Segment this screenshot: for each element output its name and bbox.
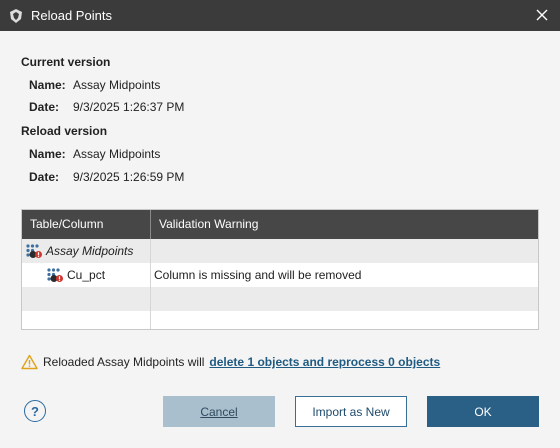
delete-reprocess-link[interactable]: delete 1 objects and reprocess 0 objects bbox=[209, 355, 440, 369]
current-name-label: Name: bbox=[29, 78, 66, 92]
ok-button[interactable]: OK bbox=[427, 396, 539, 427]
warning-icon bbox=[21, 354, 38, 370]
current-version-heading: Current version bbox=[21, 55, 111, 69]
row-name: Cu_pct bbox=[67, 268, 106, 282]
table-row-empty bbox=[22, 287, 538, 311]
current-name-value: Assay Midpoints bbox=[73, 78, 161, 92]
close-icon[interactable] bbox=[534, 7, 550, 23]
row-name: Assay Midpoints bbox=[46, 244, 134, 258]
cancel-button[interactable]: Cancel bbox=[163, 396, 275, 427]
table-row-empty bbox=[22, 311, 538, 329]
reload-date-value: 9/3/2025 1:26:59 PM bbox=[73, 170, 185, 184]
app-logo-icon bbox=[8, 8, 24, 24]
table-row[interactable]: Cu_pct Column is missing and will be rem… bbox=[22, 263, 538, 287]
table-cell bbox=[22, 311, 151, 329]
row-warning: Column is missing and will be removed bbox=[154, 268, 362, 282]
reload-name-value: Assay Midpoints bbox=[73, 147, 161, 161]
row-warning bbox=[151, 239, 538, 263]
column-icon bbox=[46, 267, 64, 283]
reload-name-label: Name: bbox=[29, 147, 66, 161]
column-header-table-column[interactable]: Table/Column bbox=[22, 210, 151, 239]
current-date-label: Date: bbox=[29, 100, 60, 114]
table-cell bbox=[22, 287, 151, 311]
points-table-icon bbox=[25, 243, 43, 259]
current-date-value: 9/3/2025 1:26:37 PM bbox=[73, 100, 185, 114]
cancel-label: Cancel bbox=[200, 404, 238, 419]
import-as-new-button[interactable]: Import as New bbox=[295, 396, 407, 427]
table-cell: Assay Midpoints bbox=[22, 239, 151, 263]
title-bar: Reload Points bbox=[0, 0, 560, 31]
validation-table: Table/Column Validation Warning Assay Mi… bbox=[21, 209, 539, 330]
help-icon[interactable]: ? bbox=[24, 400, 46, 422]
warning-text: Reloaded Assay Midpoints will bbox=[43, 355, 205, 369]
table-cell: Cu_pct bbox=[22, 263, 151, 287]
reload-date-label: Date: bbox=[29, 170, 60, 184]
column-header-validation-warning[interactable]: Validation Warning bbox=[151, 210, 538, 239]
window-title: Reload Points bbox=[31, 8, 112, 23]
reload-version-heading: Reload version bbox=[21, 124, 108, 138]
table-header: Table/Column Validation Warning bbox=[22, 210, 538, 239]
table-row[interactable]: Assay Midpoints bbox=[22, 239, 538, 263]
reload-warning: Reloaded Assay Midpoints will delete 1 o… bbox=[21, 352, 440, 372]
